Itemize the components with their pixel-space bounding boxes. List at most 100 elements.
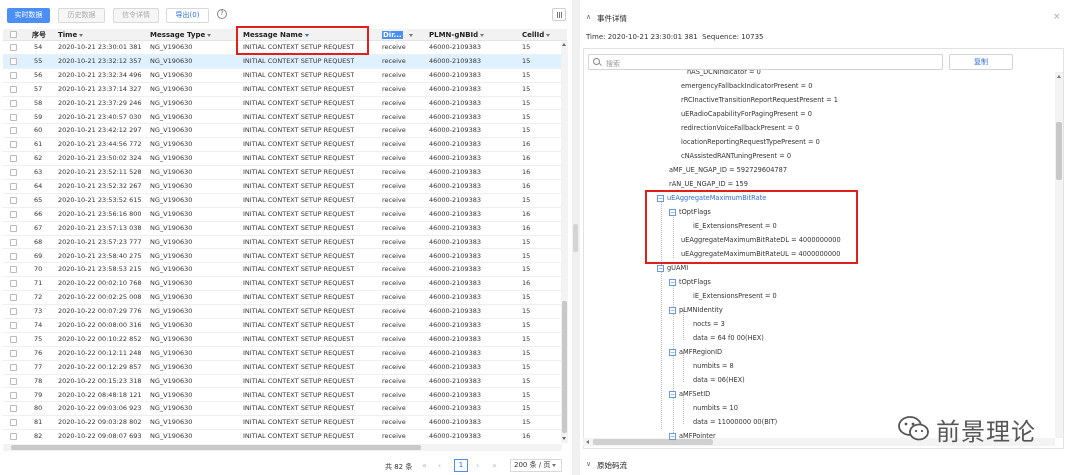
table-row[interactable]: 69 2020-10-21 23:58:40 275 NG_V190630 INITI… [3,250,562,264]
collapse-toggle-icon[interactable]: − [669,306,676,314]
search-input[interactable]: 搜索 [588,54,943,70]
row-checkbox[interactable] [10,85,17,93]
collapse-chevron-icon[interactable]: ∧ [586,13,591,21]
row-checkbox[interactable] [10,308,17,316]
row-checkbox[interactable] [10,57,17,65]
next-page-icon[interactable]: › [476,461,479,470]
row-checkbox[interactable] [10,113,17,121]
table-row[interactable]: 64 2020-10-21 23:52:32 267 NG_V190630 INITI… [3,180,562,194]
close-icon[interactable]: × [1053,12,1061,22]
table-row[interactable]: 80 2020-10-22 09:03:06 923 NG_V190630 INITI… [3,402,562,417]
table-row[interactable]: 65 2020-10-21 23:53:52 615 NG_V190630 INITI… [3,194,562,208]
tree-node-leaf[interactable]: emergencyFallbackIndicatorPresent = 0 [681,81,812,92]
splitter-handle[interactable] [573,224,578,252]
help-icon[interactable]: ? [217,9,227,19]
row-checkbox[interactable] [10,280,17,288]
row-checkbox[interactable] [10,419,17,427]
filter-icon[interactable] [408,33,413,37]
column-settings-icon[interactable] [552,8,566,21]
row-checkbox[interactable] [10,391,17,399]
row-checkbox[interactable] [10,405,17,413]
row-checkbox[interactable] [10,266,17,274]
scroll-up-arrow-icon[interactable] [562,43,566,46]
tree-node-leaf[interactable]: redirectionVoiceFallbackPresent = 0 [681,123,799,134]
raw-stream-chevron-icon[interactable]: ∨ [586,460,591,468]
row-checkbox[interactable] [10,238,17,246]
tree-node-expandable[interactable]: − aMFRegionID [669,347,722,358]
tree-node-leaf[interactable]: data = 64 f0 00(HEX) [693,333,764,344]
table-row[interactable]: 67 2020-10-21 23:57:13 038 NG_V190630 INITI… [3,222,562,236]
tree-node-leaf[interactable]: numbits = 10 [693,403,738,414]
scroll-thumb-horizontal[interactable] [11,445,421,450]
row-checkbox[interactable] [10,210,17,218]
collapse-toggle-icon[interactable]: − [669,390,676,398]
table-row[interactable]: 57 2020-10-21 23:37:14 327 NG_V190630 INITI… [3,83,562,97]
tree-node-expandable[interactable]: − aMFSetID [669,389,710,400]
table-row[interactable]: 71 2020-10-22 00:02:10 768 NG_V190630 INITI… [3,277,562,292]
col-header-plmn-gnbid[interactable]: PLMN-gNBId [429,29,485,41]
history-data-button[interactable]: 历史数据 [58,8,105,23]
col-header-message-type[interactable]: Message Type [150,29,212,41]
row-checkbox[interactable] [10,127,17,135]
collapse-toggle-icon[interactable]: − [657,264,664,272]
table-row[interactable]: 68 2020-10-21 23:57:23 777 NG_V190630 INITI… [3,236,562,250]
table-row[interactable]: 63 2020-10-21 23:52:11 528 NG_V190630 INITI… [3,166,562,180]
tree-node-leaf[interactable]: numbits = 8 [693,361,734,372]
row-checkbox[interactable] [10,294,17,302]
tree-node-expandable[interactable]: − gUAMI [657,263,688,274]
table-horizontal-scrollbar[interactable] [3,444,562,451]
tree-node-leaf[interactable]: iE_ExtensionsPresent = 0 [693,291,777,302]
table-row[interactable]: 58 2020-10-21 23:37:29 246 NG_V190630 INITI… [3,97,562,111]
row-checkbox[interactable] [10,363,17,371]
table-row[interactable]: 70 2020-10-21 23:58:53 215 NG_V190630 INITI… [3,263,562,278]
realtime-data-button[interactable]: 实时数据 [7,8,50,23]
tree-node-leaf[interactable]: aMF_UE_NGAP_ID = 592729604787 [669,165,787,176]
filter-icon[interactable] [79,33,84,37]
table-row[interactable]: 74 2020-10-22 00:08:00 316 NG_V190630 INITI… [3,319,562,333]
page-size-select[interactable]: 200 条 / 页 [510,459,562,472]
scroll-thumb[interactable] [562,301,567,433]
row-checkbox[interactable] [10,44,17,51]
last-page-icon[interactable]: » [492,461,497,470]
tree-node-leaf[interactable]: data = 06(HEX) [693,375,745,386]
filter-icon[interactable] [207,33,212,37]
row-checkbox[interactable] [10,183,17,190]
raw-stream-label[interactable]: 原始码流 [597,460,627,471]
row-checkbox[interactable] [10,349,17,357]
signaling-detail-button[interactable]: 信令详情 [113,8,159,23]
col-header-cellid[interactable]: CellId [522,29,551,41]
collapse-toggle-icon[interactable]: − [669,278,676,286]
table-row[interactable]: 79 2020-10-22 08:48:18 121 NG_V190630 INITI… [3,389,562,403]
table-row[interactable]: 73 2020-10-22 00:07:29 776 NG_V190630 INITI… [3,305,562,319]
row-checkbox[interactable] [10,196,17,204]
table-row[interactable]: 59 2020-10-21 23:40:57 030 NG_V190630 INITI… [3,111,562,125]
page-number-current[interactable]: 1 [454,459,468,472]
row-checkbox[interactable] [10,252,17,260]
filter-icon[interactable] [480,33,485,37]
copy-button[interactable]: 复制 [949,54,1013,70]
table-row[interactable]: 78 2020-10-22 00:15:23 318 NG_V190630 INITI… [3,375,562,389]
col-header-time[interactable]: Time [58,29,84,41]
row-checkbox[interactable] [10,141,17,149]
table-row[interactable]: 60 2020-10-21 23:42:12 297 NG_V190630 INITI… [3,124,562,139]
table-row[interactable]: 56 2020-10-21 23:32:34 496 NG_V190630 INITI… [3,69,562,83]
table-row[interactable]: 76 2020-10-22 00:12:11 248 NG_V190630 INITI… [3,347,562,361]
tree-scroll-thumb[interactable] [1056,122,1062,180]
row-checkbox[interactable] [10,335,17,343]
tree-scroll-up-icon[interactable] [1056,75,1061,78]
row-checkbox[interactable] [10,322,17,329]
table-vertical-scrollbar[interactable] [561,41,568,443]
row-checkbox[interactable] [10,71,17,79]
table-row[interactable]: 72 2020-10-22 00:02:25 008 NG_V190630 INITI… [3,291,562,306]
collapse-toggle-icon[interactable]: − [669,348,676,356]
collapse-toggle-icon[interactable]: − [669,432,676,440]
table-row[interactable]: 82 2020-10-22 09:08:07 693 NG_V190630 INITI… [3,430,562,443]
table-row[interactable]: 81 2020-10-22 09:03:28 802 NG_V190630 INITI… [3,416,562,431]
scroll-down-arrow-icon[interactable] [562,437,566,440]
pane-splitter[interactable] [572,0,580,475]
table-row[interactable]: 61 2020-10-21 23:44:56 772 NG_V190630 INITI… [3,138,562,153]
tree-node-leaf[interactable]: locationReportingRequestTypePresent = 0 [681,137,820,148]
row-checkbox[interactable] [10,377,17,385]
table-row[interactable]: 75 2020-10-22 00:10:22 852 NG_V190630 INITI… [3,333,562,347]
row-checkbox[interactable] [10,99,17,107]
